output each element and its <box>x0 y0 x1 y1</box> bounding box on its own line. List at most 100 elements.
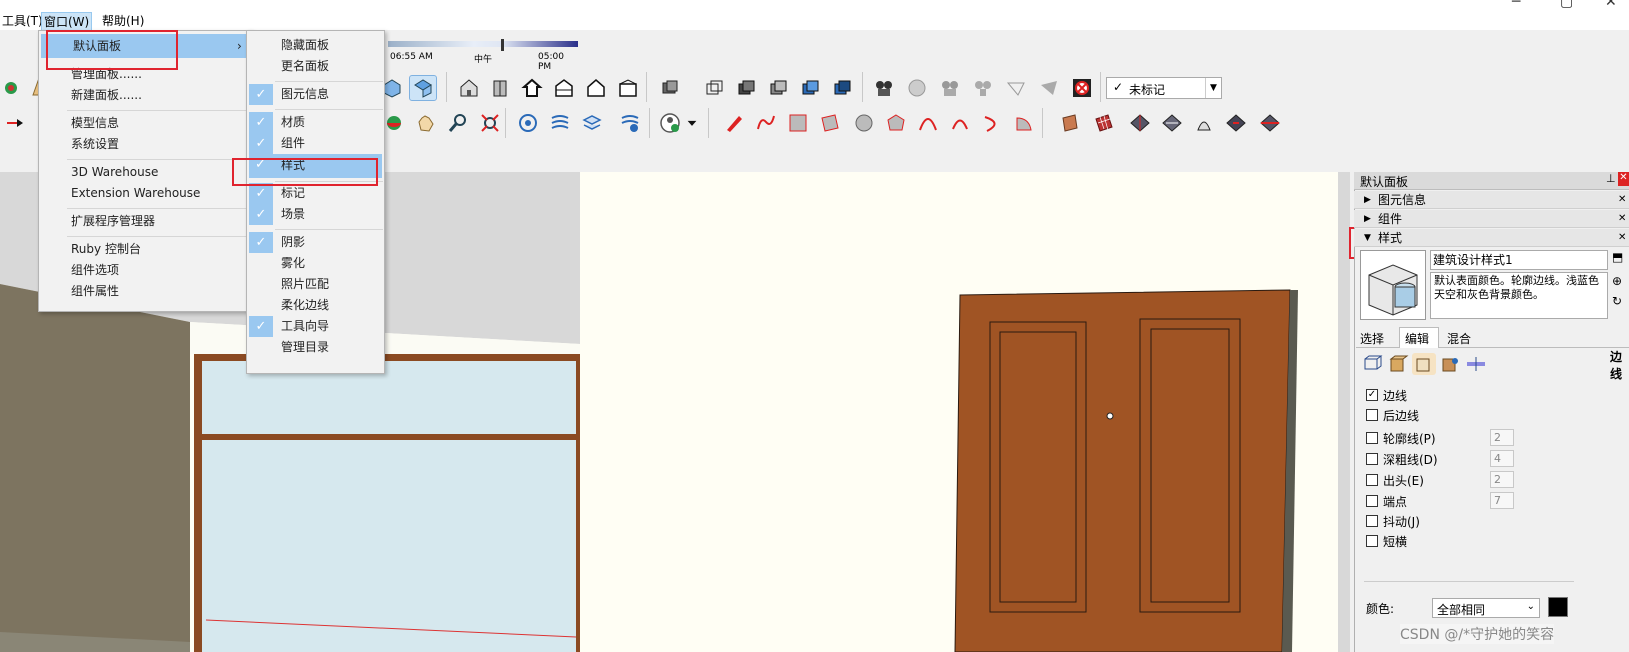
edges-checkbox[interactable]: ✓ <box>1366 389 1378 401</box>
profiles-value-field[interactable]: 2 <box>1490 429 1514 446</box>
pencil-icon[interactable] <box>720 110 748 136</box>
section-plane-icon[interactable] <box>1002 75 1030 101</box>
hidden-line-style-icon[interactable] <box>732 75 760 101</box>
menu-item-rename-tray[interactable]: 更名面板 <box>281 56 381 77</box>
menu-item-extension-manager[interactable]: 扩展程序管理器 <box>71 211 241 232</box>
menu-item-instructor[interactable]: 工具向导 <box>281 316 381 337</box>
orbit-icon[interactable] <box>0 75 28 101</box>
menu-item-model-info[interactable]: 模型信息 <box>71 113 241 134</box>
menu-item-component-options[interactable]: 组件选项 <box>71 260 241 281</box>
tag-dropdown[interactable]: ✓ 未标记 ▼ <box>1106 77 1222 99</box>
grid-icon[interactable] <box>1090 110 1118 136</box>
close-icon[interactable]: ✕ <box>1605 0 1617 10</box>
stack-layers-icon[interactable] <box>578 110 606 136</box>
smoove-icon[interactable] <box>1190 110 1218 136</box>
back-edges-checkbox[interactable] <box>1366 409 1378 421</box>
chevron-down-icon[interactable]: ▼ <box>1205 78 1221 98</box>
sandbox-scratch-icon[interactable] <box>1158 110 1186 136</box>
look-around-icon[interactable] <box>969 75 997 101</box>
view-house-icon[interactable] <box>614 75 642 101</box>
menu-item-materials[interactable]: 材质 <box>281 112 381 133</box>
background-settings-icon[interactable] <box>1412 353 1436 375</box>
zoom-icon[interactable] <box>444 110 472 136</box>
shaded-style-icon[interactable] <box>764 75 792 101</box>
account-icon[interactable] <box>656 110 684 136</box>
menu-item-3d-warehouse[interactable]: 3D Warehouse <box>71 162 241 183</box>
circle-icon[interactable] <box>850 110 878 136</box>
zoom-extents-icon[interactable] <box>476 110 504 136</box>
tray-section-styles[interactable]: ▼ 样式 ✕ <box>1354 229 1629 247</box>
tab-mix[interactable]: 混合 <box>1447 330 1471 347</box>
freehand-icon[interactable] <box>752 110 780 136</box>
menu-help[interactable]: 帮助(H) <box>100 12 146 31</box>
rectangle-icon[interactable] <box>784 110 812 136</box>
modeling-settings-icon[interactable] <box>1464 353 1488 375</box>
extension-value-field[interactable]: 2 <box>1490 471 1514 488</box>
menu-item-outliner[interactable]: 管理目录 <box>281 337 381 358</box>
camera-disabled-icon[interactable] <box>903 75 931 101</box>
style-description-field[interactable]: 默认表面颜色。轮廓边线。浅蓝色天空和灰色背景颜色。 <box>1430 272 1608 319</box>
timeline-slider-handle[interactable] <box>501 39 504 51</box>
tray-section-components[interactable]: ▶ 组件 ✕ <box>1354 210 1629 228</box>
maximize-icon[interactable]: ▢ <box>1560 0 1573 10</box>
three-point-arc-icon[interactable] <box>978 110 1006 136</box>
sandbox-icon[interactable] <box>546 110 574 136</box>
view-front-house-icon[interactable] <box>455 75 483 101</box>
camera-position-icon[interactable] <box>936 75 964 101</box>
polygon-icon[interactable] <box>882 110 910 136</box>
follow-me-icon[interactable] <box>1056 110 1084 136</box>
watermark-settings-icon[interactable] <box>1438 353 1462 375</box>
close-icon[interactable]: ✕ <box>1618 210 1626 228</box>
textured-style-icon[interactable] <box>796 75 824 101</box>
depth-cue-value-field[interactable]: 4 <box>1490 450 1514 467</box>
menu-item-ruby-console[interactable]: Ruby 控制台 <box>71 239 241 260</box>
menu-item-scenes[interactable]: 场景 <box>281 204 381 225</box>
endpoints-value-field[interactable]: 7 <box>1490 492 1514 509</box>
menu-item-components[interactable]: 组件 <box>281 133 381 154</box>
section-fill-icon[interactable] <box>1035 75 1063 101</box>
geolocation-icon[interactable] <box>514 110 542 136</box>
tab-select[interactable]: 选择 <box>1360 330 1384 347</box>
sandbox-from-contours-icon[interactable] <box>1126 110 1154 136</box>
arc-icon[interactable] <box>914 110 942 136</box>
face-settings-icon[interactable] <box>1386 353 1410 375</box>
settings-layers-icon[interactable] <box>616 110 644 136</box>
two-point-arc-icon[interactable] <box>946 110 974 136</box>
close-icon[interactable]: ✕ <box>1618 172 1629 186</box>
menu-item-component-attributes[interactable]: 组件属性 <box>71 281 241 302</box>
tag-delete-icon[interactable] <box>1068 75 1096 101</box>
endpoints-checkbox[interactable] <box>1366 495 1378 507</box>
style-name-field[interactable]: 建筑设计样式1 <box>1430 250 1608 270</box>
pin-icon[interactable]: ⊥ <box>1606 172 1616 185</box>
wireframe-style-icon[interactable] <box>700 75 728 101</box>
menu-item-tags[interactable]: 标记 <box>281 183 381 204</box>
view-right-icon[interactable] <box>486 75 514 101</box>
arrow-icon[interactable] <box>0 110 28 136</box>
color-mode-select[interactable]: 全部相同 ⌄ <box>1432 598 1540 618</box>
monochrome-style-icon[interactable] <box>828 75 856 101</box>
close-icon[interactable]: ✕ <box>1618 191 1626 209</box>
menu-item-entity-info[interactable]: 图元信息 <box>281 84 381 105</box>
shadow-timeline[interactable]: 06:55 AM 中午 05:00 PM <box>388 39 578 72</box>
create-style-icon[interactable]: ⊕ <box>1612 274 1622 288</box>
menu-item-soften-edges[interactable]: 柔化边线 <box>281 295 381 316</box>
rotated-rectangle-icon[interactable] <box>816 110 844 136</box>
menu-item-hide-tray[interactable]: 隐藏面板 <box>281 35 381 56</box>
menu-tools[interactable]: 工具(T) <box>0 12 45 31</box>
menu-item-extension-warehouse[interactable]: Extension Warehouse <box>71 183 241 204</box>
view-bottom-icon[interactable] <box>582 75 610 101</box>
menu-item-preferences[interactable]: 系统设置 <box>71 134 241 155</box>
style-thumbnail[interactable] <box>1360 250 1426 320</box>
camera-walk-icon[interactable] <box>870 75 898 101</box>
extension-checkbox[interactable] <box>1366 474 1378 486</box>
menu-item-match-photo[interactable]: 照片匹配 <box>281 274 381 295</box>
menu-item-new-tray[interactable]: 新建面板...... <box>71 85 241 106</box>
save-style-icon[interactable]: ⬒ <box>1612 250 1623 264</box>
edge-color-swatch[interactable] <box>1548 597 1568 617</box>
depth-cue-checkbox[interactable] <box>1366 453 1378 465</box>
update-style-icon[interactable]: ↻ <box>1612 294 1622 308</box>
menu-item-shadows[interactable]: 阴影 <box>281 232 381 253</box>
drape-icon[interactable] <box>1222 110 1250 136</box>
flip-edge-icon[interactable] <box>1256 110 1284 136</box>
pie-icon[interactable] <box>1010 110 1038 136</box>
